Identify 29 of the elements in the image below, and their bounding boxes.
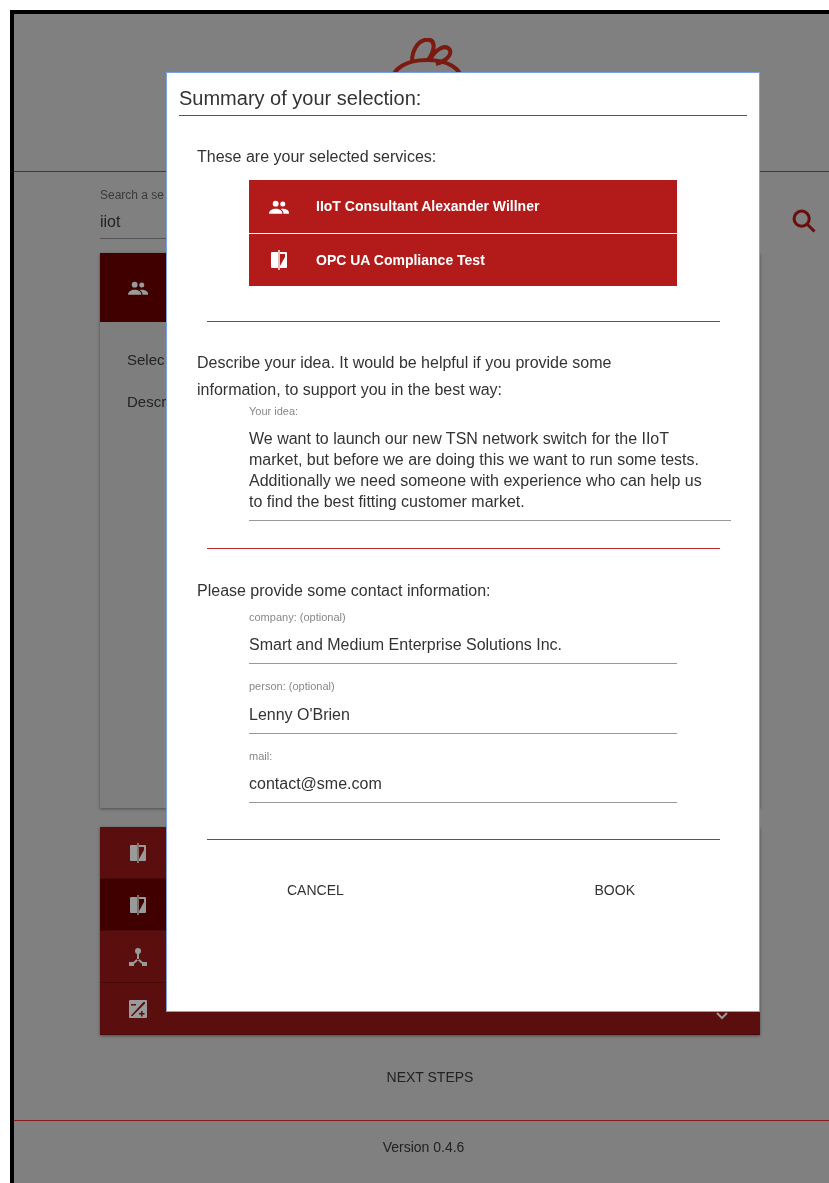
people-icon [128,280,148,295]
contact-field[interactable]: Smart and Medium Enterprise Solutions Inc. [249,633,677,664]
field-label: person: (optional) [249,679,335,694]
version-text: Version 0.4.6 [382,1138,465,1157]
idea-field[interactable]: We want to launch our new TSN network switch for the IIoT market, but before we are doing this we want to run some tests. Additionally we need someone with experience who can help us to find the best fitting customer market. [249,427,715,520]
contact-field[interactable]: contact@sme.com [249,772,677,803]
contact-prompt: Please provide some contact information: [197,580,492,601]
book-button[interactable]: BOOK [578,876,651,905]
field-label: company: (optional) [249,609,346,625]
chevron-down-icon[interactable] [716,1011,728,1020]
card-text: Descr [127,391,167,412]
services-heading: These are your selected services: [197,147,438,167]
split-square-icon [128,842,148,863]
cancel-button[interactable]: CANCEL [271,876,360,905]
search-icon[interactable] [790,207,818,235]
service-name: OPC UA Compliance Test [316,250,485,270]
contact-field[interactable]: Lenny O'Brien [249,702,677,734]
field-label: mail: [249,748,273,764]
exposure-icon [128,998,148,1019]
card-text: Selec [127,350,165,370]
search-label: Search a se [100,187,166,204]
idea-label: Your idea: [249,404,300,419]
hub-icon [128,946,148,967]
next-steps-button[interactable]: NEXT STEPS [370,1063,490,1092]
people-icon [269,199,289,214]
dialog-title: Summary of your selection: [179,87,422,109]
split-square-icon [269,250,289,270]
idea-prompt: Describe your idea. It would be helpful if you provide some information, to support you in the best way: [197,353,613,400]
split-square-icon [128,894,148,915]
